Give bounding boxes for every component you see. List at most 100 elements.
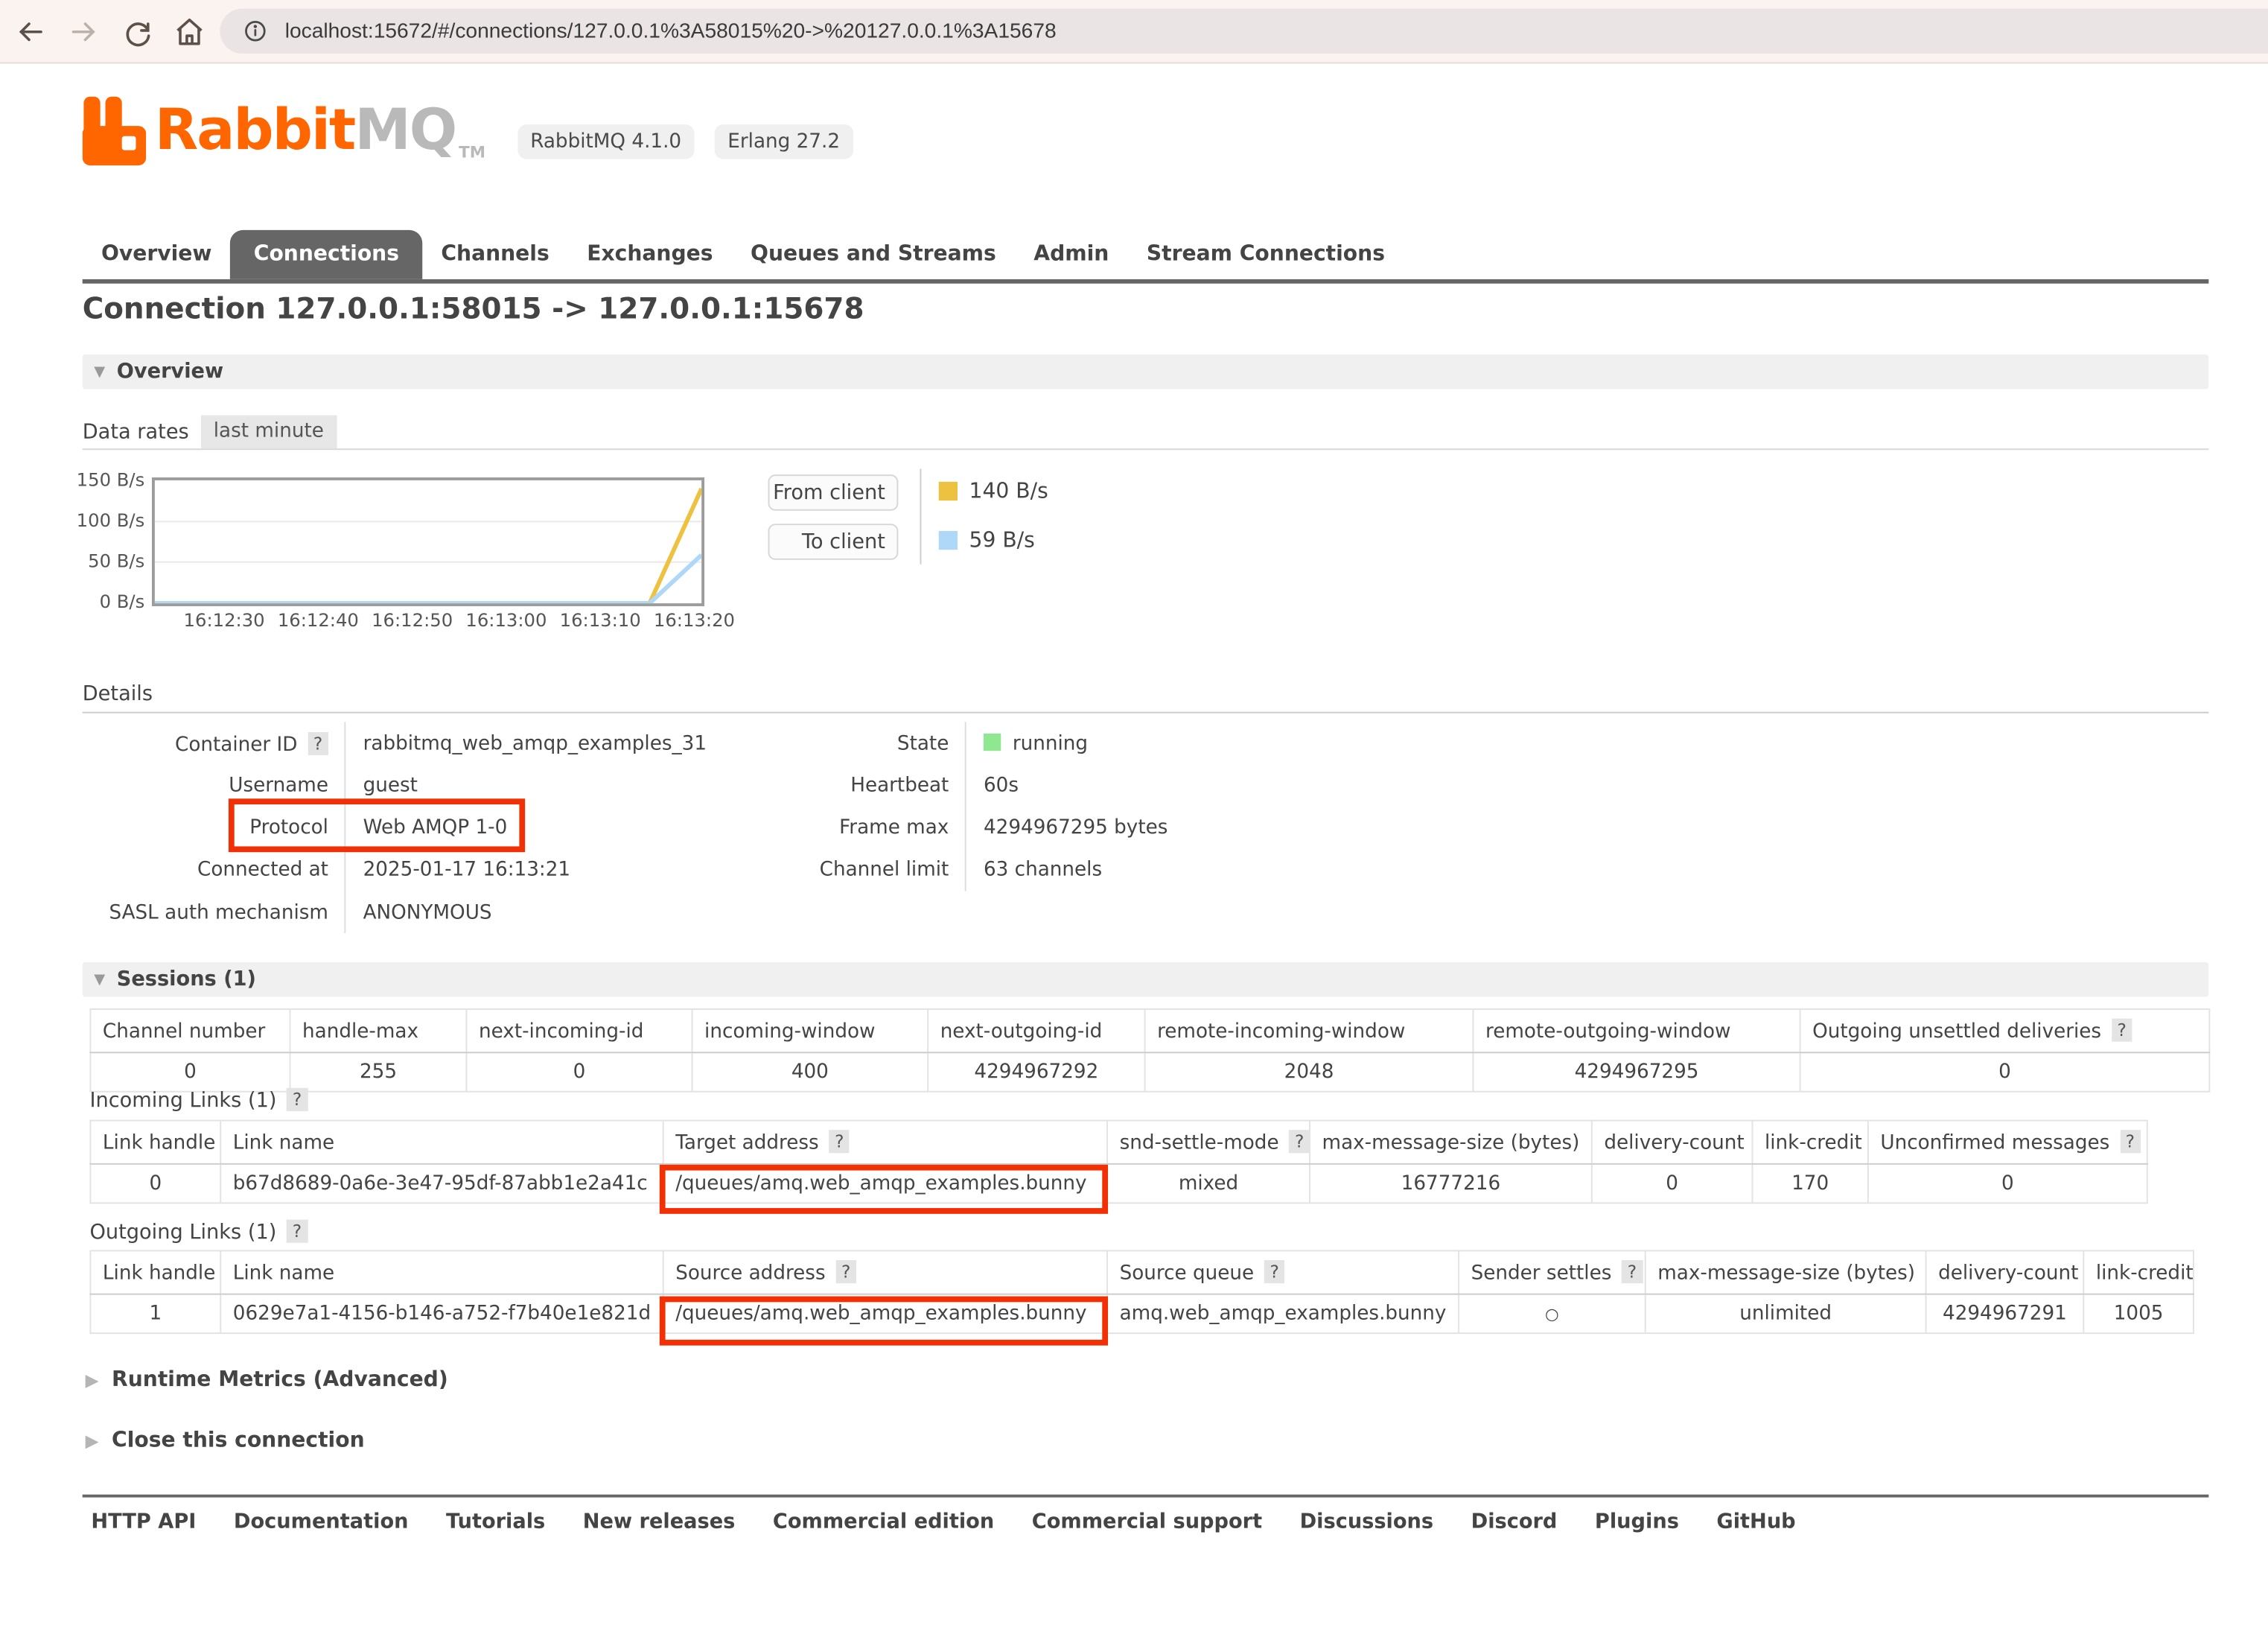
home-icon[interactable] bbox=[173, 16, 206, 48]
state-label: State bbox=[723, 722, 965, 765]
cell-handle-max: 255 bbox=[290, 1052, 466, 1091]
site-info-icon[interactable] bbox=[243, 19, 267, 43]
footer-link-plugins[interactable]: Plugins bbox=[1595, 1510, 1679, 1533]
cell-link-handle: 1 bbox=[90, 1294, 220, 1333]
cell-incoming-window: 400 bbox=[692, 1052, 928, 1091]
details-divider bbox=[83, 712, 2209, 713]
tab-queues-and-streams[interactable]: Queues and Streams bbox=[732, 230, 1015, 279]
help-icon[interactable]: ? bbox=[1264, 1260, 1285, 1283]
cell-link-handle: 0 bbox=[90, 1164, 220, 1203]
x-tick-2: 16:12:50 bbox=[362, 609, 463, 631]
cell-remote-outgoing-window: 4294967295 bbox=[1474, 1052, 1800, 1091]
url-text: localhost:15672/#/connections/127.0.0.1%… bbox=[285, 19, 1057, 42]
col-snd-settle-mode: snd-settle-mode? bbox=[1107, 1121, 1310, 1164]
runtime-metrics-section-header[interactable]: ▶ Runtime Metrics (Advanced) bbox=[83, 1369, 448, 1392]
col-max-message-size: max-message-size (bytes) bbox=[1310, 1121, 1592, 1164]
cell-snd-settle-mode: mixed bbox=[1107, 1164, 1310, 1203]
close-connection-section-header[interactable]: ▶ Close this connection bbox=[83, 1429, 365, 1452]
tab-exchanges[interactable]: Exchanges bbox=[568, 230, 732, 279]
help-icon[interactable]: ? bbox=[1289, 1130, 1310, 1153]
col-delivery-count: delivery-count bbox=[1592, 1121, 1753, 1164]
sasl-value: ANONYMOUS bbox=[345, 891, 707, 933]
expand-arrow-icon: ▶ bbox=[86, 1431, 99, 1451]
col-next-incoming-id: next-incoming-id bbox=[466, 1009, 692, 1052]
col-source-address: Source address? bbox=[663, 1250, 1107, 1294]
sessions-section-header[interactable]: ▼ Sessions (1) bbox=[83, 962, 2209, 997]
back-icon[interactable] bbox=[14, 16, 46, 48]
incoming-links-label: Incoming Links (1)? bbox=[89, 1088, 308, 1113]
cell-link-name: b67d8689-0a6e-3e47-95df-87abb1e2a41c bbox=[220, 1164, 663, 1203]
footer-link-http-api[interactable]: HTTP API bbox=[91, 1510, 196, 1533]
channel-limit-value: 63 channels bbox=[966, 848, 1360, 891]
incoming-links-table: Link handle Link name Target address? sn… bbox=[89, 1120, 2147, 1204]
x-tick-5: 16:13:20 bbox=[643, 609, 745, 631]
expand-arrow-icon: ▶ bbox=[86, 1370, 99, 1390]
help-icon[interactable]: ? bbox=[287, 1220, 308, 1243]
col-delivery-count: delivery-count bbox=[1926, 1250, 2084, 1294]
cell-next-incoming-id: 0 bbox=[466, 1052, 692, 1091]
annotation-source-address-highlight bbox=[660, 1297, 1108, 1346]
footer-link-new-releases[interactable]: New releases bbox=[583, 1510, 736, 1533]
tab-connections[interactable]: Connections bbox=[231, 230, 422, 279]
cell-remote-incoming-window: 2048 bbox=[1145, 1052, 1474, 1091]
overview-section-title: Overview bbox=[117, 360, 223, 384]
y-tick-0: 0 B/s bbox=[40, 591, 144, 612]
annotation-target-address-highlight bbox=[660, 1165, 1108, 1214]
footer-link-commercial-edition[interactable]: Commercial edition bbox=[773, 1510, 994, 1533]
help-icon[interactable]: ? bbox=[308, 731, 328, 754]
heartbeat-value: 60s bbox=[966, 766, 1360, 806]
help-icon[interactable]: ? bbox=[287, 1088, 308, 1111]
tab-admin[interactable]: Admin bbox=[1015, 230, 1128, 279]
legend-button-from-client[interactable]: From client bbox=[768, 474, 899, 511]
help-icon[interactable]: ? bbox=[835, 1260, 856, 1283]
footer-links: HTTP API Documentation Tutorials New rel… bbox=[91, 1510, 1795, 1533]
rabbitmq-version-badge: RabbitMQ 4.1.0 bbox=[517, 124, 695, 159]
footer-link-discord[interactable]: Discord bbox=[1471, 1510, 1558, 1533]
col-handle-max: handle-max bbox=[290, 1009, 466, 1052]
rates-mode-badge[interactable]: last minute bbox=[200, 416, 337, 449]
footer-link-documentation[interactable]: Documentation bbox=[234, 1510, 409, 1533]
rabbitmq-management-page: localhost:15672/#/connections/127.0.0.1%… bbox=[0, 0, 2268, 1637]
address-bar[interactable]: localhost:15672/#/connections/127.0.0.1%… bbox=[220, 9, 2268, 54]
footer-link-discussions[interactable]: Discussions bbox=[1300, 1510, 1434, 1533]
cell-link-credit: 1005 bbox=[2083, 1294, 2194, 1333]
incoming-links-data-row: 0 b67d8689-0a6e-3e47-95df-87abb1e2a41c /… bbox=[90, 1164, 2147, 1203]
tab-stream-connections[interactable]: Stream Connections bbox=[1128, 230, 1404, 279]
col-unconfirmed-messages: Unconfirmed messages? bbox=[1868, 1121, 2147, 1164]
container-id-label: Container ID? bbox=[83, 722, 345, 765]
footer-link-github[interactable]: GitHub bbox=[1716, 1510, 1795, 1533]
container-id-value: rabbitmq_web_amqp_examples_31 bbox=[345, 722, 707, 765]
help-icon[interactable]: ? bbox=[2120, 1130, 2141, 1153]
tab-overview[interactable]: Overview bbox=[83, 230, 231, 279]
footer-link-commercial-support[interactable]: Commercial support bbox=[1032, 1510, 1262, 1533]
erlang-version-badge: Erlang 27.2 bbox=[715, 124, 853, 159]
col-remote-outgoing-window: remote-outgoing-window bbox=[1474, 1009, 1800, 1052]
overview-section-header[interactable]: ▼ Overview bbox=[83, 355, 2209, 390]
cell-channel-number: 0 bbox=[90, 1052, 290, 1091]
col-source-queue: Source queue? bbox=[1107, 1250, 1459, 1294]
col-next-outgoing-id: next-outgoing-id bbox=[928, 1009, 1144, 1052]
help-icon[interactable]: ? bbox=[1622, 1260, 1643, 1283]
col-outgoing-unsettled: Outgoing unsettled deliveries? bbox=[1800, 1009, 2210, 1052]
y-tick-50: 50 B/s bbox=[40, 550, 144, 571]
chart-line-0 bbox=[155, 489, 701, 603]
tab-channels[interactable]: Channels bbox=[422, 230, 568, 279]
outgoing-links-header-row: Link handle Link name Source address? So… bbox=[90, 1250, 2194, 1294]
logo-text-rabbit[interactable]: Rabbit bbox=[155, 95, 354, 168]
col-link-credit: link-credit bbox=[2083, 1250, 2194, 1294]
legend-button-to-client[interactable]: To client bbox=[768, 524, 899, 560]
from-client-rate: 140 B/s bbox=[969, 480, 1048, 503]
logo-trademark: TM bbox=[459, 139, 485, 168]
footer-link-tutorials[interactable]: Tutorials bbox=[446, 1510, 545, 1533]
running-state-indicator bbox=[984, 734, 1001, 751]
col-remote-incoming-window: remote-incoming-window bbox=[1145, 1009, 1474, 1052]
frame-max-value: 4294967295 bytes bbox=[966, 806, 1360, 848]
forward-icon[interactable] bbox=[68, 16, 100, 48]
sessions-section-title: Sessions (1) bbox=[117, 968, 256, 991]
refresh-icon[interactable] bbox=[121, 16, 153, 48]
cell-link-name: 0629e7a1-4156-b146-a752-f7b40e1e821d bbox=[220, 1294, 663, 1333]
help-icon[interactable]: ? bbox=[2112, 1019, 2132, 1042]
help-icon[interactable]: ? bbox=[829, 1130, 850, 1153]
connected-at-value: 2025-01-17 16:13:21 bbox=[345, 848, 707, 891]
logo-text-mq[interactable]: MQ bbox=[354, 95, 456, 168]
